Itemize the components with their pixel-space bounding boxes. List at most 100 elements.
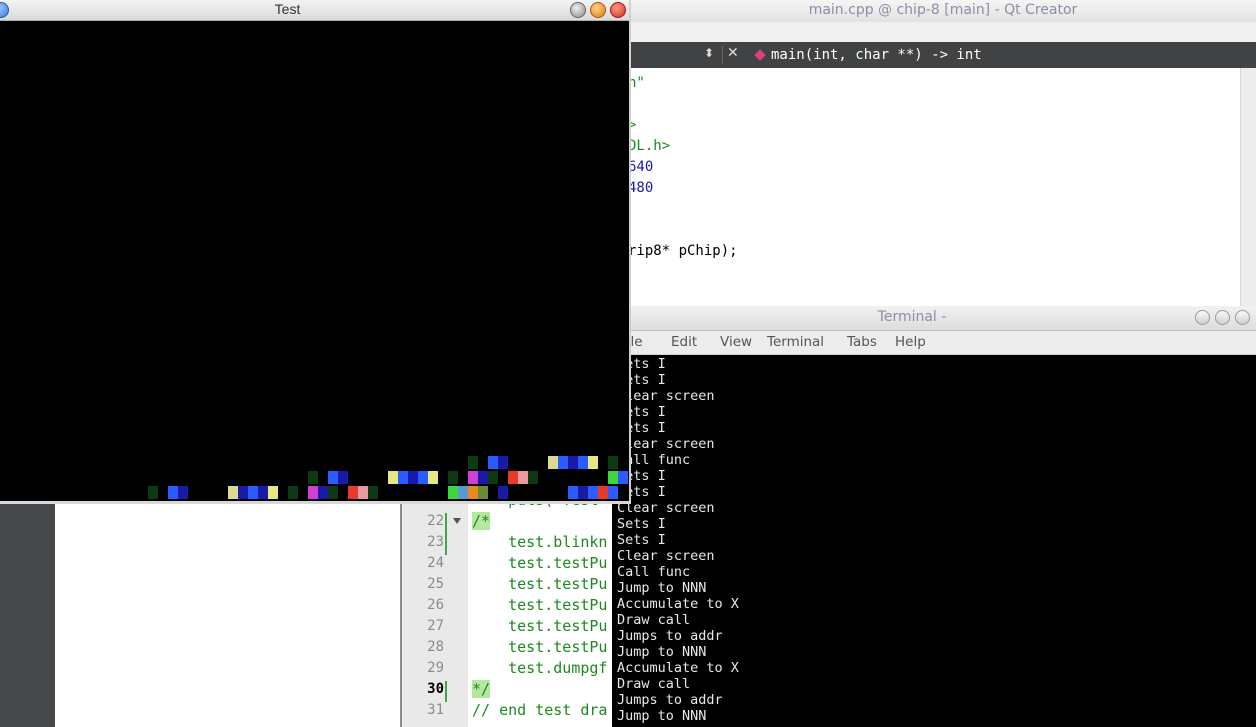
- change-marker: [445, 534, 447, 555]
- window-border-bottom: [0, 501, 631, 504]
- code-line: rip8* pChip);: [628, 243, 738, 259]
- terminal-line: Jump to NNN: [617, 708, 707, 724]
- display-pixel: [238, 486, 248, 499]
- display-pixel: [478, 471, 488, 484]
- mode-sidebar: [0, 500, 55, 727]
- terminal-menu-edit[interactable]: Edit: [671, 334, 697, 350]
- display-pixel: [618, 471, 628, 484]
- code-line: */: [472, 680, 491, 698]
- code-line: DL.h>: [628, 138, 671, 154]
- display-pixel: [228, 486, 238, 499]
- display-pixel: [318, 486, 328, 499]
- maximize-button[interactable]: [1215, 310, 1230, 325]
- editor-scrollbar[interactable]: [1240, 68, 1256, 306]
- display-pixel: [308, 486, 318, 499]
- display-pixel: [588, 486, 598, 499]
- terminal-line: Jumps to addr: [617, 692, 723, 708]
- code-line: test.testPu: [472, 638, 608, 656]
- code-line: /*: [472, 512, 491, 530]
- display-pixel: [468, 471, 478, 484]
- display-pixel: [608, 471, 618, 484]
- terminal-line: Clear screen: [617, 548, 715, 564]
- terminal-output[interactable]: Sets I Sets I Clear screen Sets I Sets I Clea…: [612, 355, 1256, 727]
- display-pixel: [398, 471, 408, 484]
- display-pixel: [248, 486, 258, 499]
- display-pixel: [578, 456, 588, 469]
- function-selector[interactable]: main(int, char **) -> int: [771, 47, 982, 63]
- code-editor-bottom[interactable]: puts("Test/* test.blinkn test.testPu tes…: [468, 500, 618, 727]
- terminal-menu-terminal[interactable]: Terminal: [767, 334, 824, 350]
- display-pixel: [498, 456, 508, 469]
- line-number: 25: [427, 576, 444, 592]
- toolbar-separator: [722, 46, 723, 64]
- close-button[interactable]: [1235, 310, 1250, 325]
- display-pixel: [518, 471, 528, 484]
- terminal-line: Jump to NNN: [617, 644, 707, 660]
- display-pixel: [338, 471, 348, 484]
- display-pixel: [488, 471, 498, 484]
- terminal-menu-tabs[interactable]: Tabs: [847, 334, 877, 350]
- terminal-titlebar[interactable]: Terminal -: [612, 306, 1256, 331]
- fold-arrow-icon[interactable]: [453, 518, 461, 524]
- function-symbol-icon: [754, 49, 766, 61]
- display-pixel: [388, 471, 398, 484]
- line-number: 29: [427, 660, 444, 676]
- display-pixel: [508, 471, 518, 484]
- project-pane: [55, 500, 400, 727]
- test-titlebar[interactable]: Test: [0, 0, 631, 21]
- code-line: test.testPu: [472, 596, 608, 614]
- terminal-line: Draw call: [617, 676, 691, 692]
- display-pixel: [528, 471, 538, 484]
- terminal-menu-view[interactable]: View: [720, 334, 752, 350]
- chip8-display: [0, 21, 631, 501]
- code-line: test.testPu: [472, 617, 608, 635]
- display-pixel: [168, 486, 178, 499]
- line-number: 31: [427, 702, 444, 718]
- display-pixel: [308, 471, 318, 484]
- display-pixel: [408, 471, 418, 484]
- line-number: 23: [427, 534, 444, 550]
- display-pixel: [608, 486, 618, 499]
- change-marker: [445, 681, 447, 702]
- display-pixel: [328, 471, 338, 484]
- terminal-menu-help[interactable]: Help: [895, 334, 926, 350]
- qtcreator-title: main.cpp @ chip-8 [main] - Qt Creator: [808, 2, 1078, 18]
- window-border: [629, 0, 631, 503]
- terminal-line: Accumulate to X: [617, 660, 739, 676]
- display-pixel: [348, 486, 358, 499]
- display-pixel: [468, 486, 478, 499]
- display-pixel: [548, 456, 558, 469]
- display-pixel: [428, 471, 438, 484]
- display-pixel: [258, 486, 268, 499]
- close-document-icon[interactable]: ✕: [727, 45, 739, 61]
- display-pixel: [328, 486, 338, 499]
- code-line: 480: [628, 180, 654, 196]
- terminal-window: Terminal - File Edit View Terminal Tabs Help …: [612, 306, 1256, 727]
- display-pixel: [288, 486, 298, 499]
- line-number: 27: [427, 618, 444, 634]
- minimize-button[interactable]: [1195, 310, 1210, 325]
- test-window-title: Test: [274, 1, 301, 17]
- display-pixel: [568, 456, 578, 469]
- document-switcher-icon[interactable]: ⬍: [704, 46, 714, 60]
- test-window: Test: [0, 0, 631, 504]
- code-editor-top[interactable]: n" > DL.h> 640 480 rip8* pChip);: [628, 68, 1240, 306]
- terminal-line: Draw call: [617, 612, 691, 628]
- maximize-button[interactable]: [590, 2, 606, 18]
- minimize-button[interactable]: [570, 2, 586, 18]
- terminal-line: Sets I: [617, 516, 666, 532]
- display-pixel: [368, 486, 378, 499]
- display-pixel: [178, 486, 188, 499]
- line-number-gutter: 2122232425262728293031: [402, 492, 468, 727]
- display-pixel: [608, 456, 618, 469]
- display-pixel: [468, 456, 478, 469]
- code-line: test.testPu: [472, 554, 608, 572]
- terminal-line: Call func: [617, 564, 691, 580]
- display-pixel: [418, 471, 428, 484]
- display-pixel: [358, 486, 368, 499]
- terminal-line: Jumps to addr: [617, 628, 723, 644]
- display-pixel: [568, 486, 578, 499]
- terminal-line: Clear screen: [617, 500, 715, 516]
- display-pixel: [598, 486, 608, 499]
- close-button[interactable]: [610, 2, 626, 18]
